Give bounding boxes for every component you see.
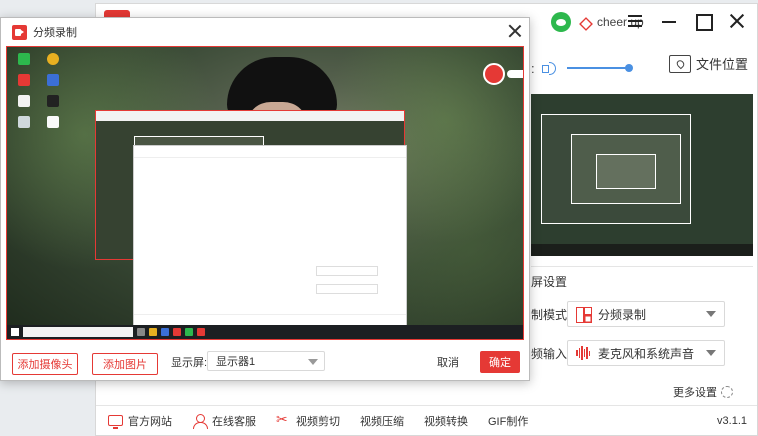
screen-preview [531, 94, 753, 256]
desktop-icons [11, 53, 71, 137]
document-desktop-icon[interactable] [40, 116, 66, 129]
more-settings-label: 更多设置 [673, 387, 717, 399]
folder-location-icon [669, 54, 691, 73]
vip-diamond-icon [577, 16, 591, 28]
windows-start-icon[interactable] [11, 328, 19, 336]
record-settings-heading: 屏设置 [531, 266, 753, 290]
footer-label: 视频压缩 [360, 415, 404, 428]
qq-desktop-icon[interactable] [40, 95, 66, 108]
avatar[interactable] [551, 12, 571, 32]
add-camera-button[interactable]: 添加摄像头 [12, 353, 78, 375]
add-image-button[interactable]: 添加图片 [92, 353, 158, 375]
video-compress-link[interactable]: 视频压缩 [360, 413, 404, 429]
footer-label: 官方网站 [128, 415, 172, 428]
audio-input-select[interactable]: 麦克风和系统声音 [567, 340, 725, 366]
volume-row: : [531, 56, 633, 80]
audio-input-label: 频输入 [531, 346, 568, 361]
confirm-button[interactable]: 确定 [480, 351, 520, 373]
monitor-icon [108, 415, 123, 429]
audio-input-value: 麦克风和系统声音 [598, 346, 695, 361]
gear-icon [721, 386, 733, 398]
record-dot-icon[interactable] [483, 63, 505, 85]
volume-slider-knob[interactable] [624, 64, 633, 72]
windows-taskbar [7, 325, 523, 339]
screen-select-value: 显示器1 [216, 356, 256, 368]
screen-select[interactable]: 显示器1 [207, 351, 325, 371]
video-camera-icon [12, 24, 27, 40]
record-mode-value: 分频录制 [598, 307, 647, 322]
volume-slider[interactable] [566, 64, 633, 72]
version-label: v3.1.1 [717, 415, 747, 427]
official-site-link[interactable]: 官方网站 [108, 413, 172, 429]
chevron-down-icon [706, 311, 716, 317]
window-controls [623, 9, 749, 33]
chevron-down-icon [308, 359, 318, 365]
record-toolbar[interactable] [507, 70, 523, 78]
video-cut-link[interactable]: 视频剪切 [276, 411, 340, 429]
maximize-button[interactable] [691, 9, 715, 33]
footer-bar: 官方网站 在线客服 视频剪切 视频压缩 视频转换 GIF制作 v3.1.1 [96, 405, 757, 435]
online-support-link[interactable]: 在线客服 [192, 413, 256, 429]
menu-icon[interactable] [623, 9, 647, 33]
record-mode-select[interactable]: 分频录制 [567, 301, 725, 327]
footer-label: 在线客服 [212, 415, 256, 428]
close-button[interactable] [725, 9, 749, 33]
record-mode-row: 制模式 分频录制 [531, 301, 725, 327]
minimize-button[interactable] [657, 9, 681, 33]
dialog-footer: 添加摄像头 添加图片 显示屏: 显示器1 取消 确定 [1, 348, 529, 380]
file-location-button[interactable]: 文件位置 [669, 54, 748, 73]
wave-icon [576, 346, 590, 360]
speaker-icon[interactable] [541, 61, 557, 75]
footer-label: 视频剪切 [296, 415, 340, 428]
scissors-icon [276, 411, 291, 428]
taskbar-search-input[interactable] [23, 327, 133, 337]
more-settings-button[interactable]: 更多设置 [673, 384, 733, 400]
screen-label: 显示屏: [171, 357, 208, 369]
audio-input-row: 频输入 麦克风和系统声音 [531, 340, 725, 366]
tool-desktop-icon[interactable] [11, 95, 37, 108]
screen-capture-area[interactable] [6, 46, 524, 340]
gif-maker-link[interactable]: GIF制作 [488, 413, 528, 429]
dialog-title: 分频录制 [33, 27, 77, 39]
grid-icon [576, 307, 592, 323]
recorder-desktop-icon[interactable] [11, 74, 37, 87]
dialog-title-bar: 分频录制 [1, 18, 529, 46]
wechat-desktop-icon[interactable] [11, 53, 37, 66]
nested-app-panel [133, 145, 407, 327]
footer-label: GIF制作 [488, 415, 529, 428]
file-location-label: 文件位置 [696, 57, 749, 72]
recycle-bin-desktop-icon[interactable] [11, 116, 37, 129]
chevron-down-icon [706, 350, 716, 356]
footer-label: 视频转换 [424, 415, 468, 428]
dialog-close-button[interactable] [507, 23, 523, 39]
split-record-dialog: 分频录制 添加摄像头 添加图片 显示屏: 显示器1 取消 确定 [0, 17, 530, 381]
app-desktop-icon[interactable] [40, 74, 66, 87]
chrome-desktop-icon[interactable] [40, 53, 66, 66]
video-convert-link[interactable]: 视频转换 [424, 413, 468, 429]
record-mode-label: 制模式 [531, 307, 568, 322]
cancel-button[interactable]: 取消 [437, 354, 459, 370]
person-icon [192, 413, 208, 429]
volume-colon: : [531, 60, 535, 76]
floating-record-widget[interactable] [483, 63, 523, 85]
